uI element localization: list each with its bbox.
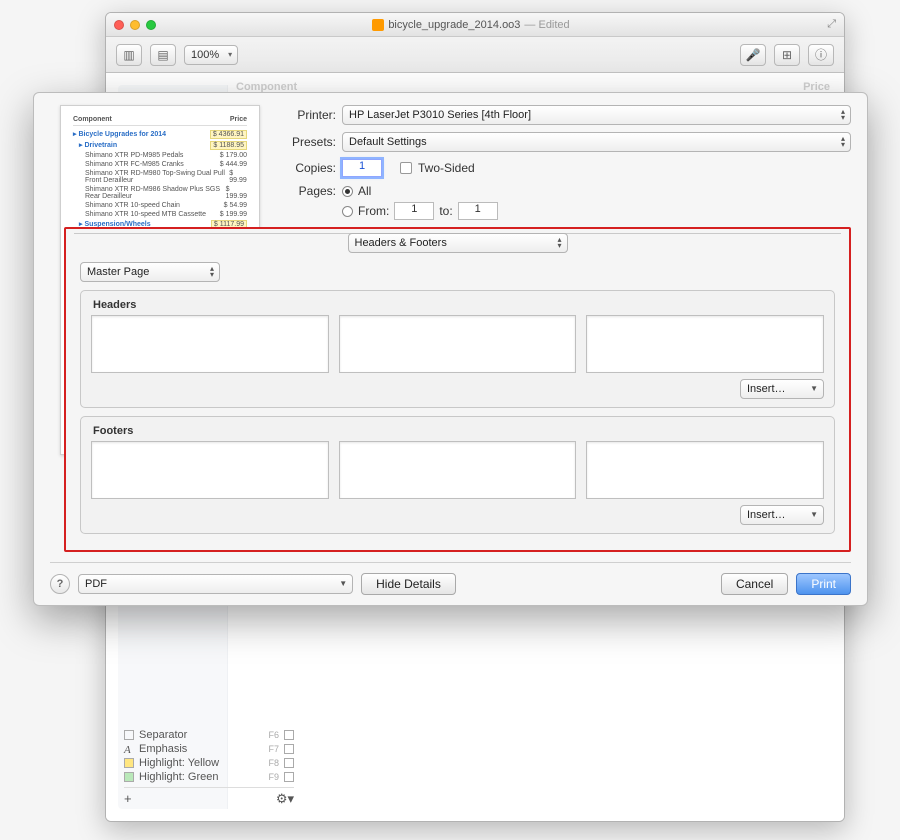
header-left-input[interactable] — [91, 315, 329, 373]
toolbar: ▥ ▤ 100% 🎤 ⊞ ⓘ — [106, 37, 844, 73]
hide-details-button[interactable]: Hide Details — [361, 573, 456, 595]
style-list: Separator F6 AEmphasis F7 Highlight: Yel… — [124, 728, 294, 807]
style-row[interactable]: Highlight: Green F9 — [124, 770, 294, 784]
zoom-select[interactable]: 100% — [184, 45, 238, 65]
style-row[interactable]: AEmphasis F7 — [124, 742, 294, 756]
headers-footers-panel: Headers & Footers▴▾ Master Page▴▾ Header… — [64, 227, 851, 552]
two-sided-label: Two-Sided — [418, 161, 475, 175]
print-dialog: ComponentPrice ▸ Bicycle Upgrades for 20… — [33, 92, 868, 606]
style-row[interactable]: Separator F6 — [124, 728, 294, 742]
print-section-select[interactable]: Headers & Footers▴▾ — [348, 233, 568, 253]
header-center-input[interactable] — [339, 315, 577, 373]
footer-insert-menu[interactable]: Insert…▼ — [740, 505, 824, 525]
footers-title: Footers — [93, 425, 824, 437]
edited-indicator: — Edited — [524, 19, 569, 31]
footer-center-input[interactable] — [339, 441, 577, 499]
presets-label: Presets: — [284, 135, 336, 149]
style-row[interactable]: Highlight: Yellow F8 — [124, 756, 294, 770]
minimize-icon[interactable] — [130, 20, 140, 30]
footers-group: Footers Insert…▼ — [80, 416, 835, 534]
headers-group: Headers Insert…▼ — [80, 290, 835, 408]
sidebar-toggle-icon[interactable]: ▥ — [116, 44, 142, 66]
pages-all-label: All — [358, 184, 371, 198]
style-menu-button[interactable]: ⚙▾ — [276, 791, 294, 807]
record-icon[interactable]: 🎤 — [740, 44, 766, 66]
footer-left-input[interactable] — [91, 441, 329, 499]
dialog-footer: ? PDF▼ Hide Details Cancel Print — [50, 562, 851, 595]
pages-all-radio[interactable] — [342, 186, 353, 197]
cancel-button[interactable]: Cancel — [721, 573, 788, 595]
attach-icon[interactable]: ⊞ — [774, 44, 800, 66]
pages-from-input[interactable]: 1 — [394, 202, 434, 220]
header-insert-menu[interactable]: Insert…▼ — [740, 379, 824, 399]
printer-select[interactable]: HP LaserJet P3010 Series [4th Floor]▴▾ — [342, 105, 851, 125]
headers-title: Headers — [93, 299, 824, 311]
zoom-icon[interactable] — [146, 20, 156, 30]
pages-to-input[interactable]: 1 — [458, 202, 498, 220]
pages-label: Pages: — [284, 184, 336, 198]
titlebar: bicycle_upgrade_2014.oo3 — Edited ⤢ — [106, 13, 844, 37]
pages-range-radio[interactable] — [342, 206, 353, 217]
presets-select[interactable]: Default Settings▴▾ — [342, 132, 851, 152]
copies-input[interactable]: 1 — [342, 159, 382, 177]
pages-from-label: From: — [358, 204, 389, 218]
fullscreen-icon[interactable]: ⤢ — [786, 18, 836, 31]
window-title: bicycle_upgrade_2014.oo3 — Edited — [162, 19, 780, 31]
print-button[interactable]: Print — [796, 573, 851, 595]
pdf-menu[interactable]: PDF▼ — [78, 574, 353, 594]
help-button[interactable]: ? — [50, 574, 70, 594]
page-scope-select[interactable]: Master Page▴▾ — [80, 262, 220, 282]
footer-right-input[interactable] — [586, 441, 824, 499]
filename: bicycle_upgrade_2014.oo3 — [388, 19, 520, 31]
window-controls — [114, 20, 156, 30]
print-settings: Printer: HP LaserJet P3010 Series [4th F… — [284, 105, 851, 552]
document-icon — [372, 19, 384, 31]
inspector-icon[interactable]: ⓘ — [808, 44, 834, 66]
two-sided-checkbox[interactable] — [400, 162, 412, 174]
add-style-button[interactable]: + — [124, 791, 132, 807]
printer-label: Printer: — [284, 108, 336, 122]
close-icon[interactable] — [114, 20, 124, 30]
copies-label: Copies: — [284, 161, 336, 175]
header-right-input[interactable] — [586, 315, 824, 373]
view-toggle-icon[interactable]: ▤ — [150, 44, 176, 66]
pages-to-label: to: — [439, 204, 452, 218]
